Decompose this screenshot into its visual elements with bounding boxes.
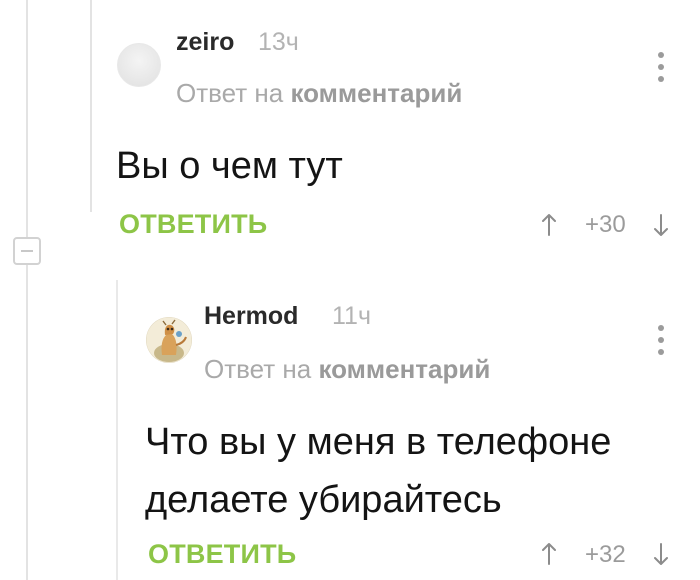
reply-button[interactable]: ОТВЕТИТЬ xyxy=(148,539,296,570)
rating-value: +32 xyxy=(585,541,626,568)
comment-menu-button[interactable] xyxy=(655,323,667,357)
rating-value: +30 xyxy=(585,211,626,238)
reply-info-prefix: Ответ на xyxy=(204,354,312,384)
comment-text: Вы о чем тут xyxy=(116,145,343,187)
thread-line-reply xyxy=(116,280,118,580)
reply-info-prefix: Ответ на xyxy=(176,78,284,108)
dot xyxy=(658,349,664,355)
reply-parent-link[interactable]: комментарий xyxy=(318,354,490,384)
reply-parent-link[interactable]: комментарий xyxy=(290,78,462,108)
comment-username[interactable]: Hermod xyxy=(204,302,298,331)
comment-text: Что вы у меня в телефоне делаете убирайт… xyxy=(145,421,612,521)
upvote-arrow-icon[interactable] xyxy=(542,542,556,566)
collapse-thread-button[interactable] xyxy=(13,237,41,265)
thread-line-outer xyxy=(26,0,28,580)
dot xyxy=(658,325,664,331)
upvote-arrow-icon[interactable] xyxy=(542,213,556,237)
avatar[interactable] xyxy=(117,43,161,87)
comment-timestamp[interactable]: 13ч xyxy=(258,28,299,57)
dot xyxy=(658,76,664,82)
dot xyxy=(658,337,664,343)
reply-button[interactable]: ОТВЕТИТЬ xyxy=(119,209,267,240)
avatar[interactable] xyxy=(146,317,192,363)
dot xyxy=(658,52,664,58)
comment-timestamp[interactable]: 11ч xyxy=(332,302,371,331)
downvote-arrow-icon[interactable] xyxy=(654,213,668,237)
downvote-arrow-icon[interactable] xyxy=(654,542,668,566)
reply-info: Ответ на комментарий xyxy=(176,78,462,109)
dot xyxy=(658,64,664,70)
comment-username[interactable]: zeiro xyxy=(176,28,234,57)
thread-line-inner xyxy=(90,0,92,212)
reply-info: Ответ на комментарий xyxy=(204,354,490,385)
comment-menu-button[interactable] xyxy=(655,50,667,84)
